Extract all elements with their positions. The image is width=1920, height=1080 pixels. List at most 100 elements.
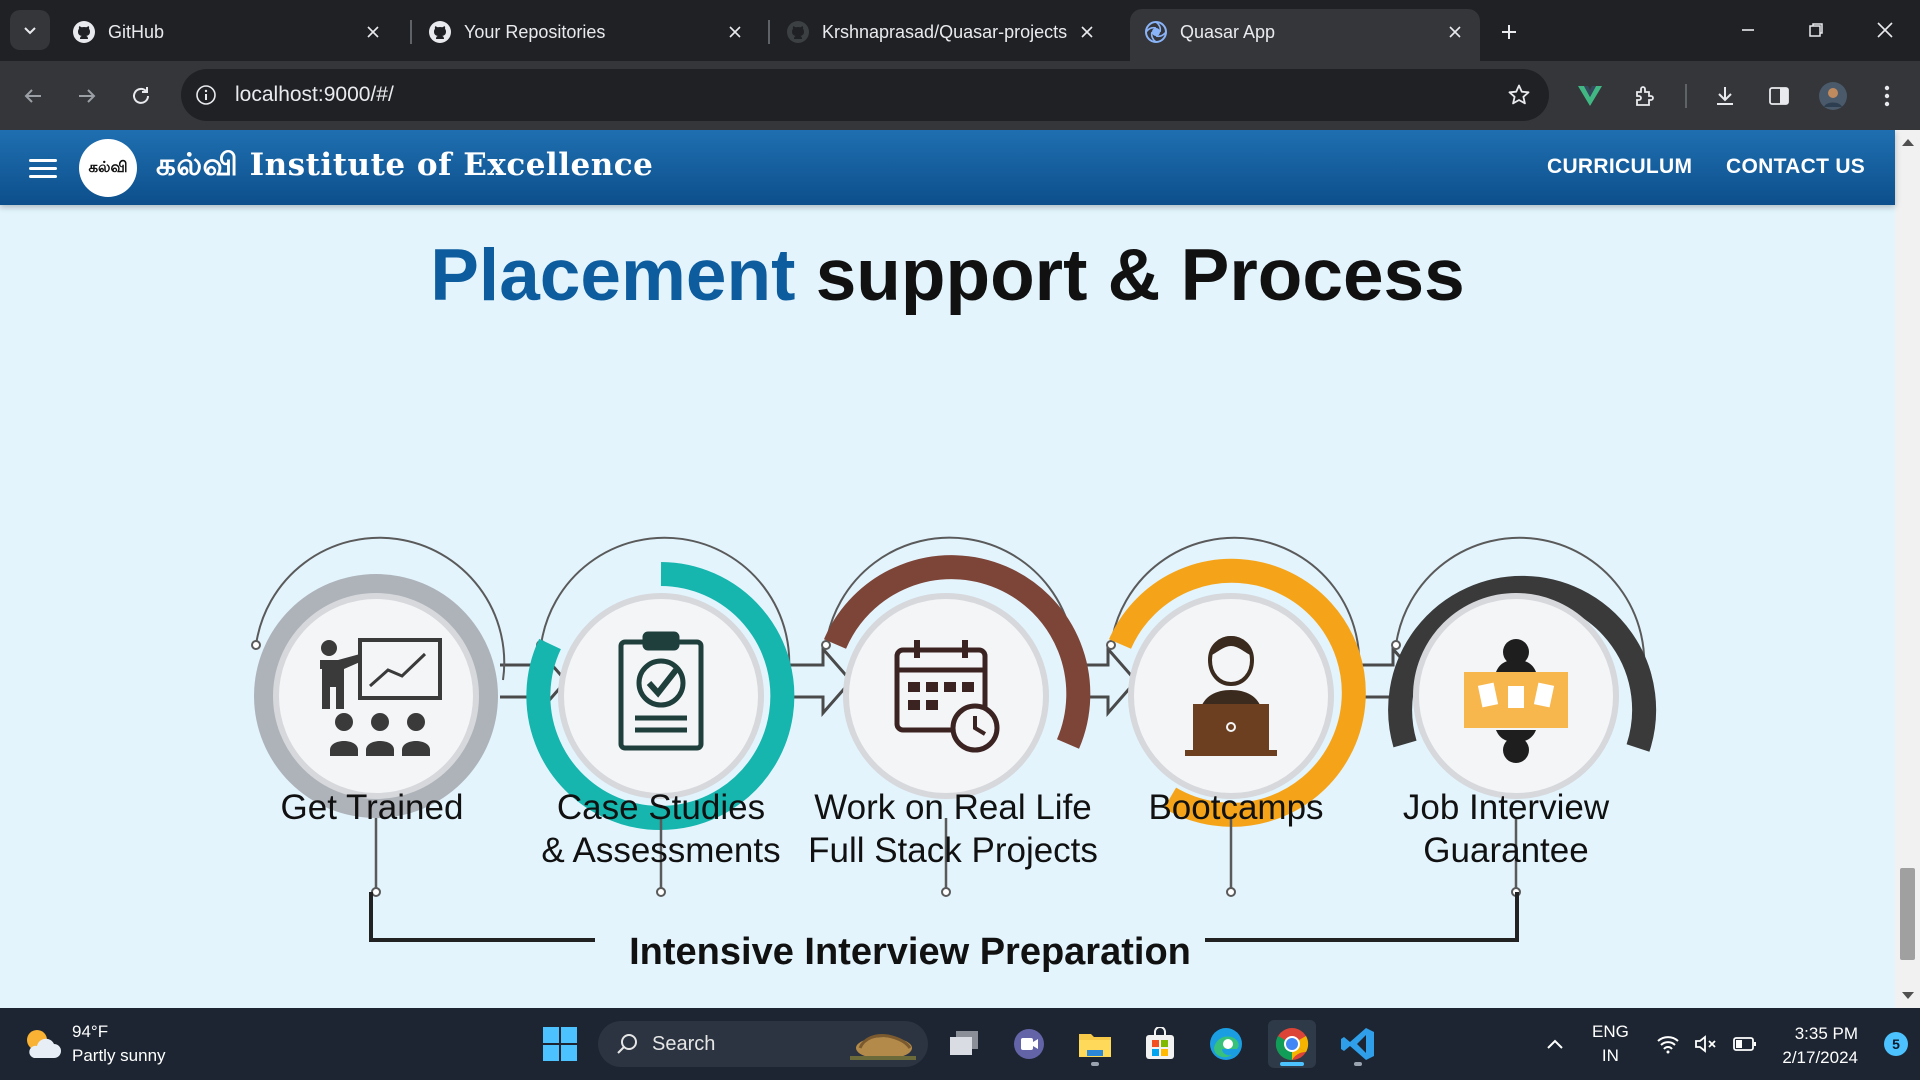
address-bar[interactable]: localhost:9000/#/ bbox=[181, 69, 1549, 121]
task-view-icon bbox=[950, 1031, 978, 1055]
windows-taskbar: 94°F Partly sunny Search ENG IN 3:35 PM … bbox=[0, 1008, 1920, 1080]
close-icon[interactable] bbox=[1076, 21, 1098, 43]
taskbar-search[interactable]: Search bbox=[598, 1021, 928, 1067]
section-title: Placement support & Process bbox=[0, 234, 1895, 317]
task-view-button[interactable] bbox=[940, 1020, 988, 1068]
step-label-job-interview: Job Interview Guarantee bbox=[1402, 788, 1610, 870]
new-tab-button[interactable] bbox=[1493, 16, 1525, 48]
forward-button[interactable] bbox=[67, 76, 107, 116]
restore-button[interactable] bbox=[1792, 8, 1840, 52]
tab-quasar-app[interactable]: Quasar App bbox=[1130, 9, 1480, 61]
close-icon[interactable] bbox=[362, 21, 384, 43]
vertical-scrollbar[interactable] bbox=[1895, 130, 1920, 1008]
store-icon bbox=[1146, 1027, 1174, 1059]
reload-button[interactable] bbox=[121, 76, 161, 116]
tab-label: GitHub bbox=[108, 21, 165, 42]
hamburger-menu-button[interactable] bbox=[23, 148, 63, 188]
close-icon[interactable] bbox=[1444, 21, 1466, 43]
nav-contact-us[interactable]: CONTACT US bbox=[1726, 155, 1865, 179]
arrow-left-icon bbox=[24, 89, 41, 103]
tab-github[interactable]: GitHub bbox=[58, 9, 398, 61]
teams-app[interactable] bbox=[1005, 1020, 1053, 1068]
tab-label: Your Repositories bbox=[464, 21, 606, 42]
chevron-down-icon bbox=[24, 27, 36, 35]
url-text[interactable]: localhost:9000/#/ bbox=[235, 83, 1499, 107]
speaker-muted-icon bbox=[1695, 1035, 1716, 1053]
store-app[interactable] bbox=[1136, 1020, 1184, 1068]
search-label: Search bbox=[652, 1032, 716, 1055]
clock-date: 2/17/2024 bbox=[1782, 1048, 1858, 1067]
arrow-right-icon bbox=[79, 89, 96, 103]
footer-caption: Intensive Interview Preparation bbox=[629, 931, 1191, 973]
vue-devtools-icon[interactable] bbox=[1570, 76, 1610, 116]
language-indicator[interactable]: ENG IN bbox=[1592, 1008, 1629, 1080]
tab-search-button[interactable] bbox=[10, 10, 50, 50]
quasar-icon bbox=[1145, 21, 1167, 43]
lang-top: ENG bbox=[1592, 1022, 1629, 1041]
title-accent: Placement bbox=[430, 235, 796, 316]
step-label-real-projects: Work on Real Life Full Stack Projects bbox=[808, 788, 1098, 870]
github-icon bbox=[429, 21, 451, 43]
tab-divider bbox=[410, 20, 412, 44]
download-icon[interactable] bbox=[1705, 76, 1745, 116]
windows-logo-icon bbox=[543, 1027, 577, 1061]
clock-time: 3:35 PM bbox=[1794, 1024, 1858, 1043]
scroll-down-icon[interactable] bbox=[1902, 992, 1914, 999]
edge-app[interactable] bbox=[1202, 1020, 1250, 1068]
reload-icon bbox=[133, 87, 149, 104]
show-hidden-icons-button[interactable] bbox=[1545, 1008, 1565, 1080]
step-circle-get-trained bbox=[251, 536, 506, 897]
extensions-icon[interactable] bbox=[1625, 76, 1665, 116]
step-circle-bootcamps bbox=[1106, 536, 1366, 897]
chevron-up-icon bbox=[1547, 1039, 1563, 1049]
partly-sunny-icon bbox=[27, 1030, 61, 1058]
folder-icon bbox=[1079, 1034, 1111, 1057]
profile-avatar[interactable] bbox=[1813, 76, 1853, 116]
tab-quasar-projects[interactable]: Krshnaprasad/Quasar-projects bbox=[772, 9, 1112, 61]
app-active-indicator bbox=[1280, 1062, 1304, 1066]
tab-label: Krshnaprasad/Quasar-projects bbox=[822, 21, 1068, 42]
app-running-indicator bbox=[1354, 1062, 1362, 1066]
bookmark-star-icon[interactable] bbox=[1499, 75, 1539, 115]
brand-logo[interactable]: கல்வி bbox=[79, 139, 137, 197]
system-clock[interactable]: 3:35 PM 2/17/2024 bbox=[1782, 1022, 1858, 1070]
close-icon[interactable] bbox=[724, 21, 746, 43]
nav-curriculum[interactable]: CURRICULUM bbox=[1547, 155, 1692, 179]
lang-bottom: IN bbox=[1601, 1046, 1619, 1065]
step-label-case-studies: Case Studies & Assessments bbox=[541, 788, 781, 870]
minimize-button[interactable] bbox=[1724, 8, 1772, 52]
more-options-icon[interactable] bbox=[1867, 76, 1907, 116]
back-button[interactable] bbox=[13, 76, 53, 116]
notification-badge[interactable]: 5 bbox=[1884, 1032, 1908, 1056]
chrome-icon bbox=[1275, 1028, 1309, 1061]
plus-icon bbox=[1502, 25, 1516, 39]
brand-title: கல்வி Institute of Excellence bbox=[156, 147, 654, 183]
close-icon bbox=[1877, 22, 1893, 38]
tab-divider bbox=[768, 20, 770, 44]
toolbar-divider bbox=[1685, 84, 1687, 108]
weather-desc: Partly sunny bbox=[72, 1046, 166, 1065]
start-button[interactable] bbox=[536, 1020, 584, 1068]
system-tray-icons[interactable] bbox=[1656, 1008, 1758, 1080]
github-icon bbox=[787, 21, 809, 43]
restore-icon bbox=[1809, 23, 1823, 37]
browser-tab-strip: GitHub Your Repositories Krshnaprasad/Qu… bbox=[0, 0, 1920, 61]
search-icon bbox=[617, 1034, 637, 1054]
weather-widget[interactable]: 94°F Partly sunny bbox=[22, 1020, 166, 1068]
vscode-icon bbox=[1341, 1028, 1374, 1060]
minimize-icon bbox=[1742, 29, 1754, 31]
title-rest: support & Process bbox=[795, 235, 1465, 316]
video-chat-icon bbox=[1014, 1029, 1044, 1059]
scroll-thumb[interactable] bbox=[1900, 868, 1915, 960]
side-panel-icon[interactable] bbox=[1759, 76, 1799, 116]
weather-temp: 94°F bbox=[72, 1022, 109, 1041]
info-icon[interactable] bbox=[191, 80, 221, 110]
vscode-app[interactable] bbox=[1334, 1020, 1382, 1068]
chrome-app[interactable] bbox=[1268, 1020, 1316, 1068]
tab-your-repositories[interactable]: Your Repositories bbox=[414, 9, 760, 61]
app-header: கல்வி கல்வி Institute of Excellence CURR… bbox=[0, 130, 1895, 205]
file-explorer-app[interactable] bbox=[1071, 1020, 1119, 1068]
close-window-button[interactable] bbox=[1861, 8, 1909, 52]
scroll-up-icon[interactable] bbox=[1902, 139, 1914, 146]
step-label-get-trained: Get Trained bbox=[280, 788, 464, 827]
